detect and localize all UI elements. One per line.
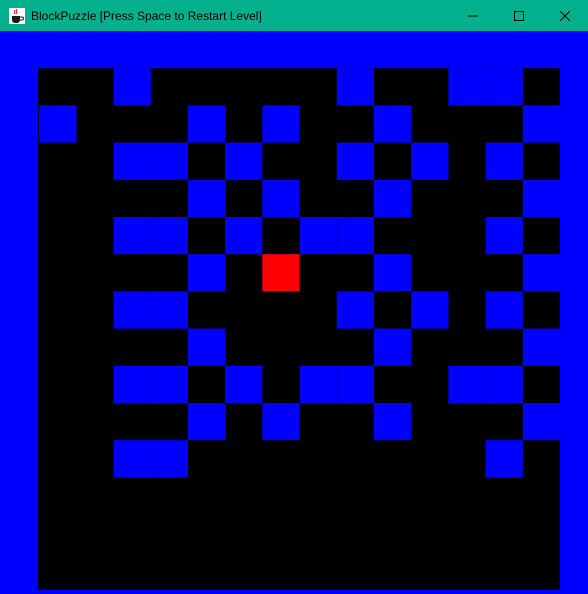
wall-block — [522, 328, 560, 366]
wall-block — [113, 68, 151, 106]
wall-block — [150, 291, 188, 329]
wall-block — [336, 291, 374, 329]
wall-block — [485, 440, 523, 478]
minimize-button[interactable] — [450, 0, 496, 31]
wall-block — [485, 217, 523, 255]
wall-block — [188, 254, 226, 292]
wall-block — [374, 403, 412, 441]
wall-block — [485, 68, 523, 106]
title-bar[interactable]: BlockPuzzle [Press Space to Restart Leve… — [0, 0, 588, 31]
wall-block — [299, 365, 337, 403]
wall-block — [374, 328, 412, 366]
wall-block — [113, 142, 151, 180]
wall-block — [374, 254, 412, 292]
wall-block — [522, 105, 560, 143]
wall-block — [113, 291, 151, 329]
wall-block — [150, 365, 188, 403]
maximize-button[interactable] — [496, 0, 542, 31]
wall-block — [299, 217, 337, 255]
wall-block — [150, 142, 188, 180]
wall-block — [262, 403, 300, 441]
wall-block — [411, 291, 449, 329]
close-button[interactable] — [542, 0, 588, 31]
minimize-icon — [468, 15, 478, 16]
wall-block — [336, 142, 374, 180]
wall-block — [448, 365, 486, 403]
wall-block — [225, 217, 263, 255]
window-controls — [450, 0, 588, 31]
wall-block — [485, 291, 523, 329]
wall-block — [336, 365, 374, 403]
wall-block — [39, 105, 77, 143]
wall-block — [225, 365, 263, 403]
wall-block — [448, 68, 486, 106]
wall-block — [374, 105, 412, 143]
wall-block — [150, 440, 188, 478]
wall-block — [188, 328, 226, 366]
wall-block — [262, 105, 300, 143]
wall-block — [188, 105, 226, 143]
close-icon — [560, 10, 570, 21]
wall-block — [522, 179, 560, 217]
player-block — [262, 254, 300, 292]
wall-block — [336, 68, 374, 106]
wall-block — [336, 217, 374, 255]
wall-block — [113, 365, 151, 403]
wall-block — [522, 254, 560, 292]
wall-block — [113, 217, 151, 255]
game-board[interactable] — [0, 31, 588, 594]
maximize-icon — [514, 10, 524, 21]
wall-block — [411, 142, 449, 180]
wall-block — [150, 217, 188, 255]
wall-block — [188, 179, 226, 217]
wall-block — [113, 440, 151, 478]
wall-block — [225, 142, 263, 180]
wall-block — [485, 365, 523, 403]
wall-block — [485, 142, 523, 180]
window-title: BlockPuzzle [Press Space to Restart Leve… — [31, 8, 262, 23]
wall-block — [188, 403, 226, 441]
java-coffee-cup-icon — [9, 7, 25, 24]
wall-block — [374, 179, 412, 217]
puzzle-grid — [0, 31, 588, 594]
wall-block — [262, 179, 300, 217]
wall-block — [522, 403, 560, 441]
